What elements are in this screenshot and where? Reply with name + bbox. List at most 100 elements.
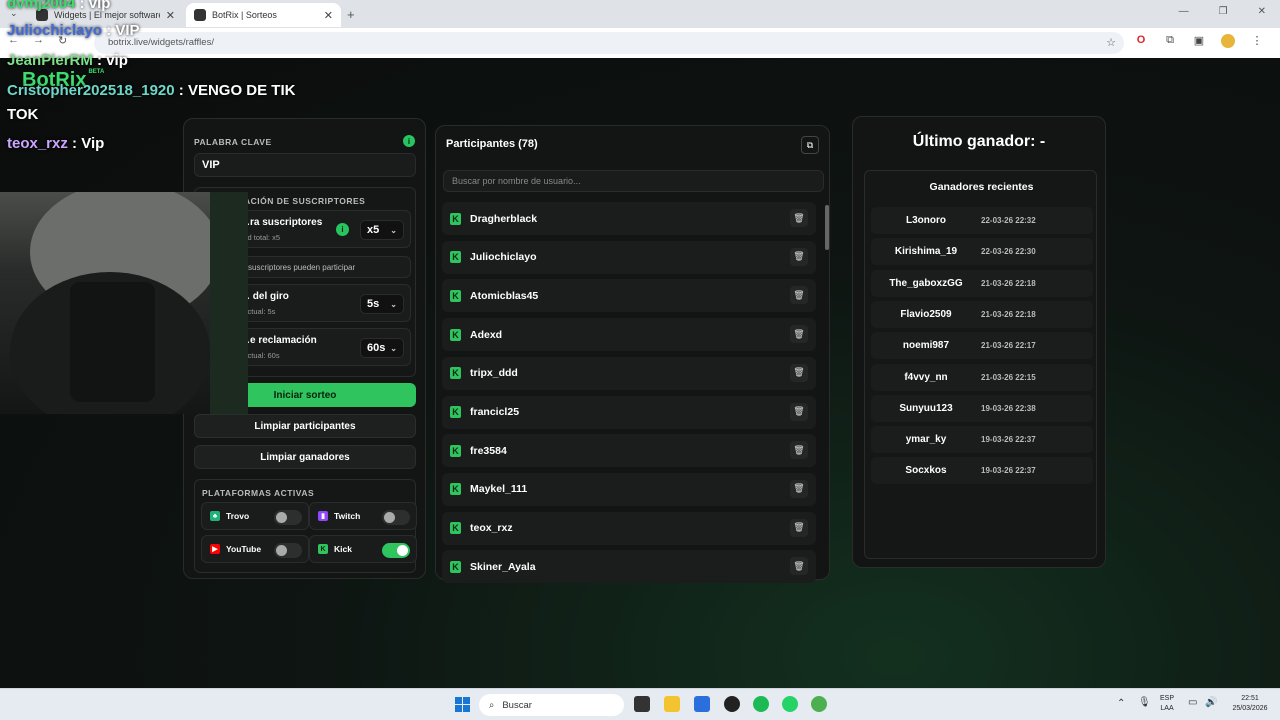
trash-icon[interactable]: 🗑 xyxy=(790,209,808,227)
clock-date: 25/03/2026 xyxy=(1232,705,1268,712)
twitch-toggle[interactable] xyxy=(382,510,410,525)
kick-icon: K xyxy=(450,212,461,225)
tray-chevron-icon[interactable]: ⌃ xyxy=(1117,698,1125,709)
last-winner-heading: Último ganador: - xyxy=(912,133,1046,150)
participants-title: Participantes (78) xyxy=(446,138,538,150)
winner-date: 19-03-26 22:37 xyxy=(981,435,1036,445)
trash-icon[interactable]: 🗑 xyxy=(790,518,808,537)
microphone-icon[interactable]: 🎙 xyxy=(1138,697,1151,708)
chrome-icon[interactable] xyxy=(811,696,827,712)
chat-username: Juliochiclayo xyxy=(7,22,103,39)
winner-date: 21-03-26 22:18 xyxy=(981,278,1036,288)
participant-row: K Atomicblas45 🗑 xyxy=(442,279,816,313)
chat-message: dvmj2004 : vip xyxy=(7,0,110,12)
subs-only-label: …suscriptores pueden participar xyxy=(240,263,356,272)
volume-icon[interactable]: 🔊 xyxy=(1205,697,1217,708)
kick-icon: K xyxy=(450,406,461,418)
chat-message: TOK xyxy=(7,106,38,123)
clock[interactable]: 22:51 25/03/2026 xyxy=(1228,694,1272,714)
trash-icon[interactable]: 🗑 xyxy=(790,557,808,576)
winner-date: 22-03-26 22:30 xyxy=(981,247,1036,257)
profile-avatar[interactable] xyxy=(1221,34,1235,51)
taskbar-search[interactable]: ⌕ Buscar xyxy=(479,694,624,716)
info-icon[interactable]: i xyxy=(336,223,349,236)
trash-icon[interactable]: 🗑 xyxy=(790,441,808,460)
winner-row: ymar_ky 19-03-26 22:37 xyxy=(871,426,1093,454)
language-indicator[interactable]: ESP LAA xyxy=(1160,694,1174,714)
info-icon[interactable]: i xyxy=(403,135,415,147)
participant-row: K Juliochiclayo 🗑 xyxy=(442,240,816,274)
toolbar-icons: O ⧉ ▣ ⋮ xyxy=(1105,34,1264,51)
participant-search-input[interactable]: Buscar por nombre de usuario... xyxy=(443,170,824,192)
recent-winners-title: Ganadores recientes xyxy=(929,181,1034,193)
opera-extension-icon[interactable]: O xyxy=(1134,34,1148,51)
screenshot-icon[interactable]: ▣ xyxy=(1192,34,1206,51)
participant-name: Skiner_Ayala xyxy=(470,560,536,573)
platform-youtube: ▶ YouTube xyxy=(201,535,309,563)
webcam-overlay xyxy=(0,192,248,414)
clear-winners-button[interactable]: Limpiar ganadores xyxy=(194,445,416,469)
participant-scrollbar[interactable] xyxy=(825,205,829,250)
kick-icon: K xyxy=(450,560,461,573)
trash-icon[interactable]: 🗑 xyxy=(790,479,808,498)
spin-select[interactable]: 5s ⌄ xyxy=(360,294,404,314)
winner-row: f4vvy_nn 21-03-26 22:15 xyxy=(871,363,1093,391)
spotify-icon[interactable] xyxy=(753,696,769,712)
whatsapp-icon[interactable] xyxy=(782,696,798,712)
windows-start-icon[interactable] xyxy=(455,697,470,712)
trash-icon[interactable]: 🗑 xyxy=(790,325,808,344)
search-icon: ⌕ xyxy=(489,699,495,711)
multiplier-select[interactable]: x5 ⌄ xyxy=(360,220,404,240)
task-view-icon[interactable] xyxy=(634,696,650,712)
participant-name: fre3584 xyxy=(470,444,507,457)
clear-participants-button[interactable]: Limpiar participantes xyxy=(194,414,416,438)
participant-row: Ktripx_ddd 🗑 xyxy=(442,356,816,390)
file-explorer-icon[interactable] xyxy=(664,696,680,712)
store-icon[interactable] xyxy=(694,696,710,712)
chat-text: : Vip xyxy=(67,135,105,152)
maximize-icon[interactable]: ❐ xyxy=(1219,6,1228,17)
copy-icon[interactable]: ⧉ xyxy=(801,136,819,154)
kick-toggle[interactable] xyxy=(382,543,410,558)
winner-name: Flavio2509 xyxy=(900,308,952,320)
participant-row: Kfrancicl25 🗑 xyxy=(442,395,816,429)
window-controls: — ❐ ✕ xyxy=(1179,6,1266,17)
chat-text: : vip xyxy=(75,0,111,12)
winner-name: f4vvy_nn xyxy=(904,371,948,383)
trovo-icon: ♣ xyxy=(210,511,220,521)
participant-name: Adexd xyxy=(470,328,503,341)
chevron-down-icon: ⌄ xyxy=(390,343,397,353)
trash-icon[interactable]: 🗑 xyxy=(790,402,808,421)
winner-date: 19-03-26 22:38 xyxy=(981,403,1036,413)
trovo-toggle[interactable] xyxy=(274,510,302,525)
participant-row: K Maykel_111 🗑 xyxy=(442,472,816,506)
kick-icon: K xyxy=(450,328,461,341)
participants-panel: Participantes (78) ⧉ Buscar por nombre d… xyxy=(435,125,830,584)
claim-select[interactable]: 60s ⌄ xyxy=(360,338,404,358)
winner-name: The_gaboxzGG xyxy=(889,277,963,289)
winner-row: Flavio2509 21-03-26 22:18 xyxy=(871,300,1093,328)
youtube-toggle[interactable] xyxy=(274,543,302,558)
search-placeholder: Buscar por nombre de usuario... xyxy=(452,176,581,186)
participant-row: Kfre3584 🗑 xyxy=(442,434,816,468)
chat-text: : VENGO DE TIK xyxy=(174,82,296,99)
trash-icon[interactable]: 🗑 xyxy=(790,363,808,382)
close-window-icon[interactable]: ✕ xyxy=(1258,6,1266,17)
kick-icon: K xyxy=(450,251,461,264)
network-icon[interactable]: ▭ xyxy=(1188,697,1197,708)
winner-name: ymar_ky xyxy=(905,434,947,446)
menu-icon[interactable]: ⋮ xyxy=(1250,34,1264,51)
obs-icon[interactable] xyxy=(724,696,740,712)
minimize-icon[interactable]: — xyxy=(1179,6,1189,17)
winner-name: Kirishima_19 xyxy=(894,246,958,258)
platforms-section: PLATAFORMAS ACTIVAS ♣ Trovo ▮ Twitch ▶ Y… xyxy=(194,479,417,573)
windows-taskbar: ⌕ Buscar ⌃ 🎙 ESP LAA ▭ 🔊 22:51 25/03/202… xyxy=(0,688,1280,720)
extensions-icon[interactable]: ⧉ xyxy=(1163,34,1177,51)
winner-date: 21-03-26 22:18 xyxy=(981,309,1036,319)
chat-text: : VIP xyxy=(102,22,140,39)
youtube-icon: ▶ xyxy=(210,544,220,554)
kick-icon: K xyxy=(450,483,461,496)
trash-icon[interactable]: 🗑 xyxy=(790,286,808,305)
new-tab-icon[interactable]: + xyxy=(347,7,355,22)
trash-icon[interactable]: 🗑 xyxy=(790,247,808,266)
